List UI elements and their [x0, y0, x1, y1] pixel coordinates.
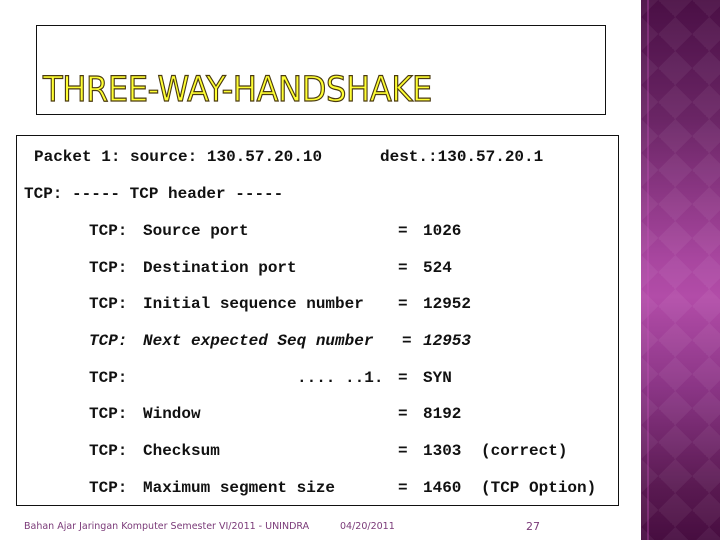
field-prefix: TCP:	[89, 259, 128, 277]
tcp-header-line: TCP: ----- TCP header -----	[24, 185, 284, 203]
field-note: (correct)	[481, 442, 568, 460]
field-name: Initial sequence number	[143, 295, 364, 313]
field-equals: =	[398, 222, 408, 240]
field-value: 12952	[423, 295, 472, 313]
slide-title: THREE-WAY-HANDSHAKE	[42, 70, 432, 110]
field-equals: =	[398, 369, 408, 387]
field-name: Window	[143, 405, 201, 423]
panel-edge-line	[647, 0, 649, 540]
field-prefix: TCP:	[89, 479, 128, 497]
source-label: source:	[130, 148, 198, 166]
footer-page-number: 27	[526, 520, 540, 533]
packet-label: Packet 1:	[34, 148, 121, 166]
field-equals: =	[398, 295, 408, 313]
field-prefix: TCP:	[89, 222, 128, 240]
field-name: Next expected Seq number	[143, 332, 374, 350]
field-name: Destination port	[143, 259, 297, 277]
field-prefix: TCP:	[89, 369, 128, 387]
packet-line: Packet 1: source: 130.57.20.10	[34, 149, 322, 165]
footer-course: Bahan Ajar Jaringan Komputer Semester VI…	[24, 521, 310, 532]
decorative-side-panel	[641, 0, 720, 540]
field-equals: =	[398, 442, 408, 460]
field-value: 524	[423, 259, 452, 277]
field-value: 8192	[423, 405, 462, 423]
field-note: (TCP Option)	[481, 479, 597, 497]
field-value: 12953	[423, 332, 472, 350]
field-equals: =	[398, 405, 408, 423]
dest-line: dest.:130.57.20.1	[380, 149, 543, 165]
field-name: .... ..1.	[297, 369, 384, 387]
field-prefix: TCP:	[89, 295, 128, 313]
field-equals: =	[398, 259, 408, 277]
field-value: 1026	[423, 222, 462, 240]
diamond-pattern	[641, 0, 720, 540]
footer-date: 04/20/2011	[340, 521, 395, 532]
field-equals: =	[402, 332, 412, 350]
field-prefix: TCP:	[89, 405, 128, 423]
field-prefix: TCP:	[89, 332, 128, 350]
field-prefix: TCP:	[89, 442, 128, 460]
field-value: 1460	[423, 479, 462, 497]
field-name: Source port	[143, 222, 249, 240]
title-placeholder: THREE-WAY-HANDSHAKE	[36, 25, 606, 115]
field-equals: =	[398, 479, 408, 497]
field-name: Checksum	[143, 442, 220, 460]
dest-ip: 130.57.20.1	[437, 148, 544, 166]
dest-label: dest.:	[380, 148, 438, 166]
field-name: Maximum segment size	[143, 479, 336, 497]
field-value: 1303	[423, 442, 462, 460]
field-value: SYN	[423, 369, 452, 387]
source-ip: 130.57.20.10	[206, 148, 323, 166]
